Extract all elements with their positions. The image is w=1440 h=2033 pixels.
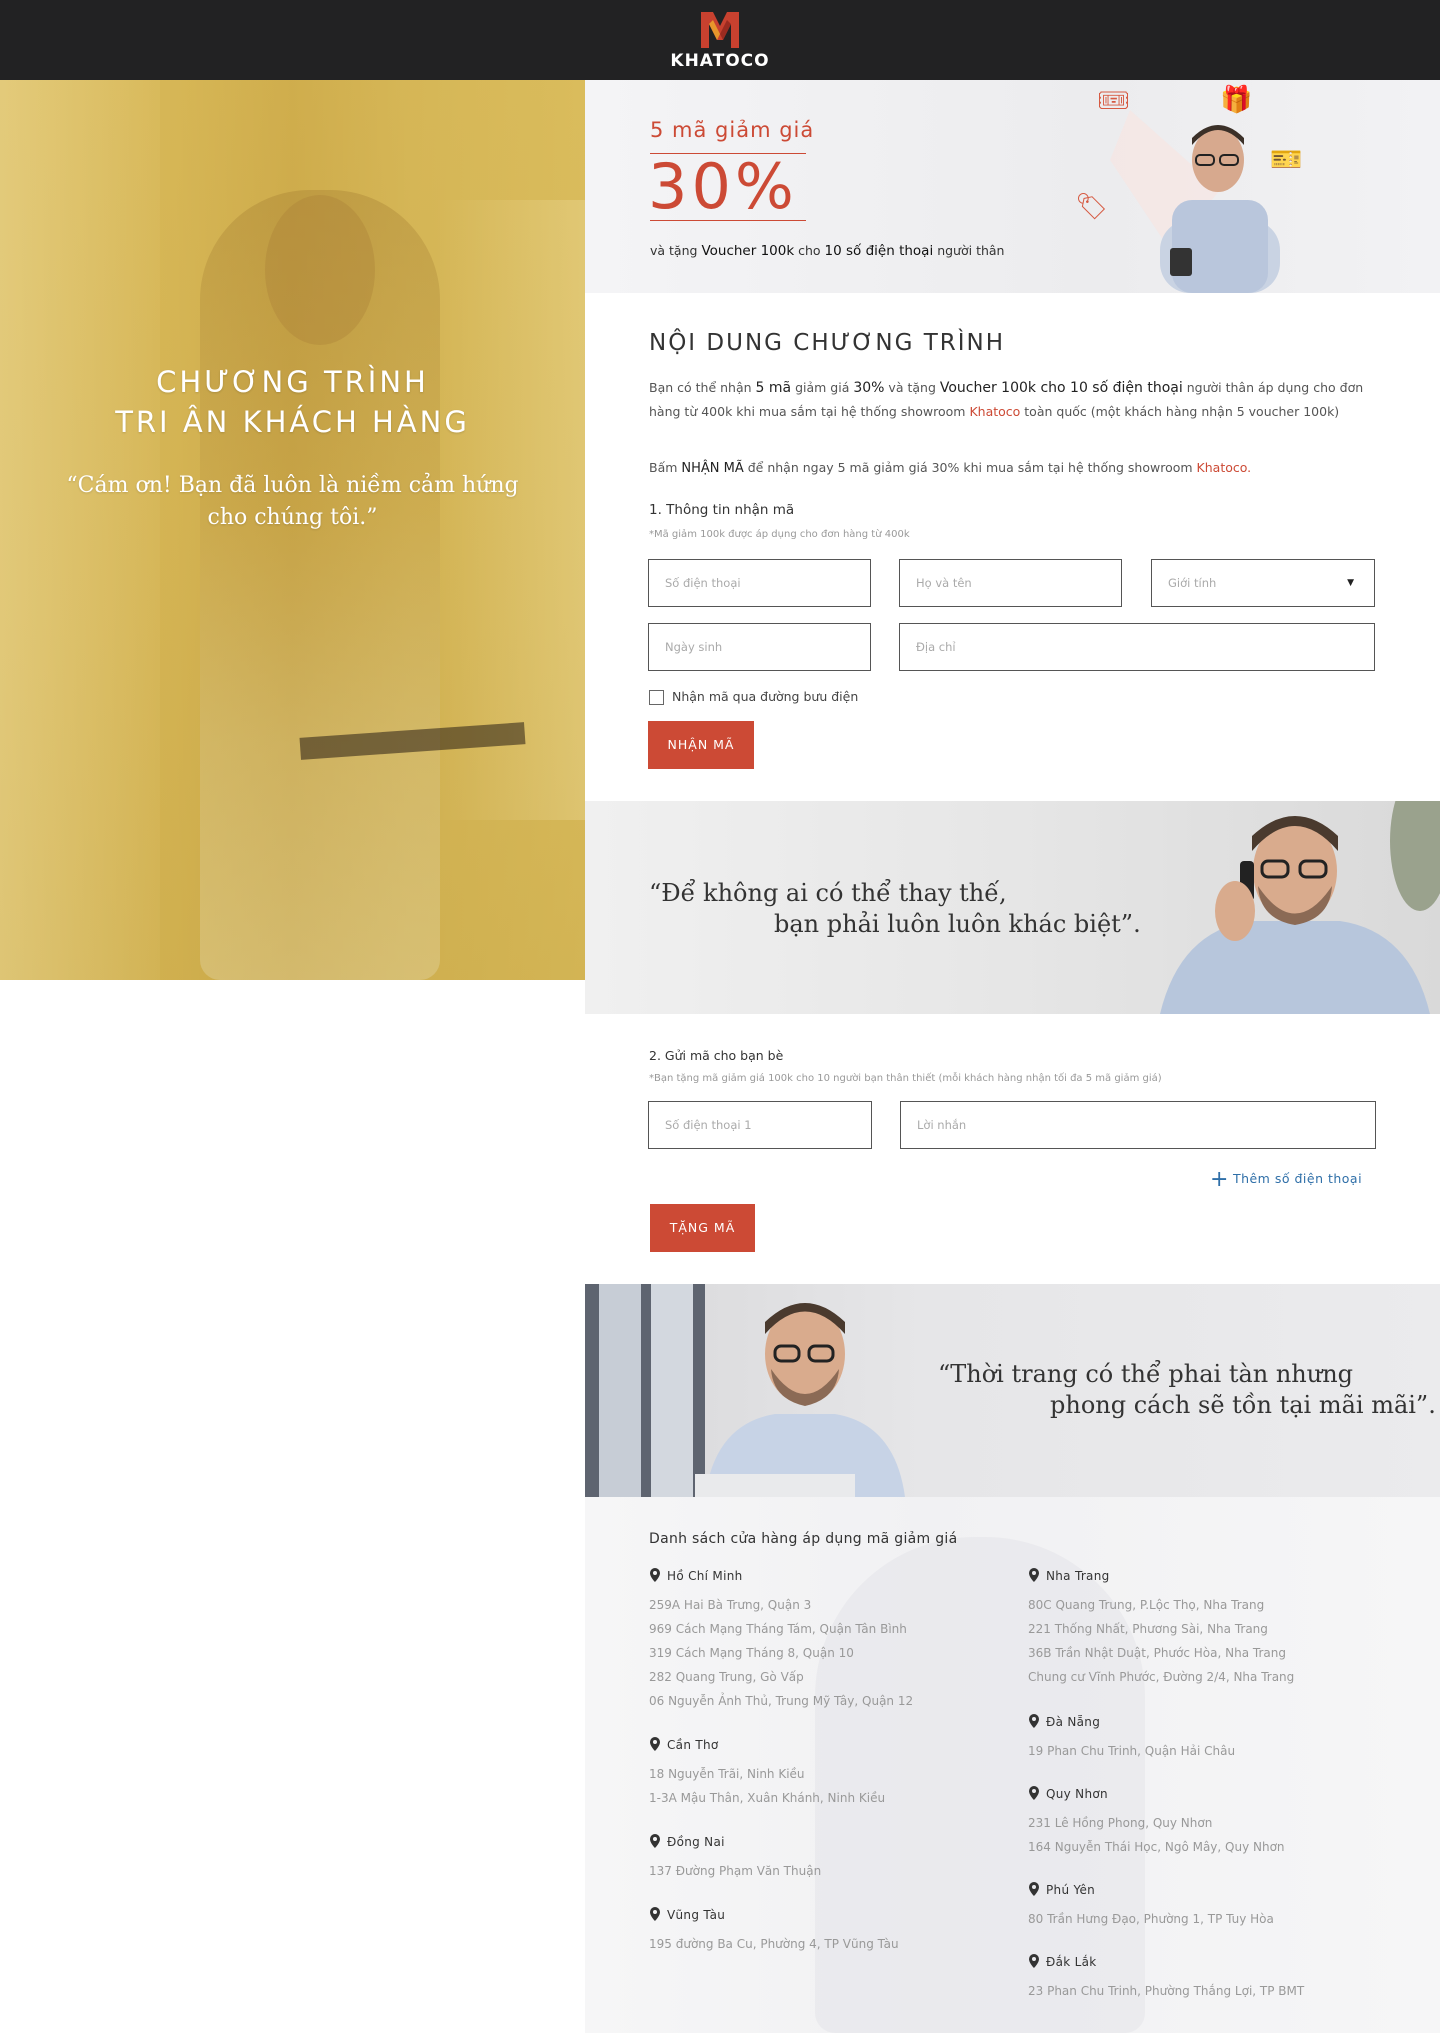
postal-checkbox-label: Nhận mã qua đường bưu điện	[672, 689, 859, 704]
promo-banner: 5 mã giảm giá 30% và tặng Voucher 100k c…	[585, 80, 1440, 293]
phone-input[interactable]: Số điện thoại	[648, 559, 871, 607]
store-city: Vũng Tàu	[649, 1907, 725, 1922]
promo-discount: 30%	[648, 150, 798, 223]
hero-title: CHƯƠNG TRÌNH TRI ÂN KHÁCH HÀNG	[115, 365, 470, 439]
gender-select[interactable]: Giới tính ▼	[1151, 559, 1375, 607]
quote-banner-2: “Thời trang có thể phai tàn nhưng phong …	[585, 1284, 1440, 1497]
gift-icon: 🎁	[1220, 85, 1253, 115]
location-pin-icon	[1029, 1786, 1039, 1800]
form2-heading: 2. Gửi mã cho bạn bè	[649, 1048, 784, 1063]
store-list-heading: Danh sách cửa hàng áp dụng mã giảm giá	[649, 1531, 958, 1547]
caret-down-icon: ▼	[1347, 578, 1354, 588]
quote1-line2: bạn phải luôn luôn khác biệt”.	[774, 910, 1141, 938]
hero-quote: “Cám ơn! Bạn đã luôn là niềm cảm hứng ch…	[66, 473, 519, 530]
birthday-input[interactable]: Ngày sinh	[648, 623, 871, 671]
store-address-list: 231 Lê Hồng Phong, Quy Nhơn 164 Nguyễn Th…	[1028, 1816, 1285, 1854]
man-phone-image	[1160, 801, 1440, 1014]
store-city: Phú Yên	[1028, 1882, 1095, 1897]
location-pin-icon	[650, 1568, 660, 1582]
full-name-input[interactable]: Họ và tên	[899, 559, 1122, 607]
store-address-list: 195 đường Ba Cu, Phường 4, TP Vũng Tàu	[649, 1937, 899, 1951]
location-pin-icon	[650, 1737, 660, 1751]
location-pin-icon	[1029, 1568, 1039, 1582]
brand-logo[interactable]: KHATOCO	[668, 6, 772, 76]
promo-man-image	[1110, 110, 1280, 293]
message-input[interactable]: Lời nhắn	[900, 1101, 1376, 1149]
store-city: Đắk Lắk	[1028, 1954, 1097, 1969]
quote1-line1: “Để không ai có thể thay thế,	[649, 879, 1007, 907]
quote2-line1: “Thời trang có thể phai tàn nhưng	[938, 1360, 1354, 1388]
location-pin-icon	[1029, 1954, 1039, 1968]
store-address-list: 80 Trần Hưng Đạo, Phường 1, TP Tuy Hòa	[1028, 1912, 1274, 1926]
coupon-icon: 🎟	[1097, 86, 1131, 116]
store-address-list: 23 Phan Chu Trinh, Phường Thắng Lợi, TP …	[1028, 1984, 1305, 1998]
location-pin-icon	[650, 1907, 660, 1921]
add-phone-link[interactable]: + Thêm số điện thoại	[1210, 1167, 1362, 1192]
promo-small-title: 5 mã giảm giá	[650, 118, 815, 142]
quote-banner-1: “Để không ai có thể thay thế, bạn phải l…	[585, 801, 1440, 1014]
friend-phone-input[interactable]: Số điện thoại 1	[648, 1101, 872, 1149]
store-city: Hồ Chí Minh	[649, 1568, 743, 1583]
gift-code-button[interactable]: TẶNG MÃ	[650, 1204, 755, 1252]
postal-checkbox[interactable]	[649, 690, 664, 705]
location-pin-icon	[1029, 1714, 1039, 1728]
store-address-list: 80C Quang Trung, P.Lộc Thọ, Nha Trang 221…	[1028, 1598, 1295, 1684]
store-address-list: 137 Đường Phạm Văn Thuận	[649, 1864, 822, 1878]
form1-heading: 1. Thông tin nhận mã	[649, 502, 795, 518]
program-instruction: Bấm NHẬN MÃ để nhận ngay 5 mã giảm giá 3…	[649, 460, 1252, 476]
store-address-list: 18 Nguyễn Trãi, Ninh Kiều 1-3A Mậu Thân, …	[649, 1767, 886, 1805]
promo-subtitle: và tặng Voucher 100k cho 10 số điện thoạ…	[650, 243, 1005, 259]
location-pin-icon	[650, 1834, 660, 1848]
store-city: Đồng Nai	[649, 1834, 725, 1849]
quote2-line2: phong cách sẽ tồn tại mãi mãi”.	[1050, 1391, 1436, 1419]
store-city: Nha Trang	[1028, 1568, 1110, 1583]
brand-name: KHATOCO	[670, 51, 770, 71]
store-address-list: 19 Phan Chu Trinh, Quận Hải Châu	[1028, 1744, 1236, 1758]
location-pin-icon	[1029, 1882, 1039, 1896]
ticket-icon: 🎫	[1270, 145, 1303, 175]
logo-mark-icon	[701, 12, 739, 48]
coupon-icon: 🏷	[1075, 192, 1109, 222]
form2-note: *Bạn tặng mã giảm giá 100k cho 10 người …	[649, 1073, 1162, 1084]
plus-icon: +	[1210, 1167, 1229, 1192]
program-heading: NỘI DUNG CHƯƠNG TRÌNH	[649, 330, 1006, 356]
get-code-button[interactable]: NHẬN MÃ	[648, 721, 754, 769]
program-description: Bạn có thể nhận 5 mã giảm giá 30% và tặn…	[649, 380, 1364, 419]
form1-note: *Mã giảm 100k được áp dụng cho đơn hàng …	[649, 529, 910, 540]
man-laptop-image	[585, 1284, 905, 1497]
store-city: Đà Nẵng	[1028, 1714, 1100, 1729]
store-city: Quy Nhơn	[1028, 1786, 1108, 1801]
address-input[interactable]: Địa chỉ	[899, 623, 1375, 671]
store-address-list: 259A Hai Bà Trưng, Quận 3 969 Cách Mạng T…	[649, 1598, 914, 1708]
top-header: KHATOCO	[0, 0, 1440, 80]
store-city: Cần Thơ	[649, 1737, 719, 1752]
